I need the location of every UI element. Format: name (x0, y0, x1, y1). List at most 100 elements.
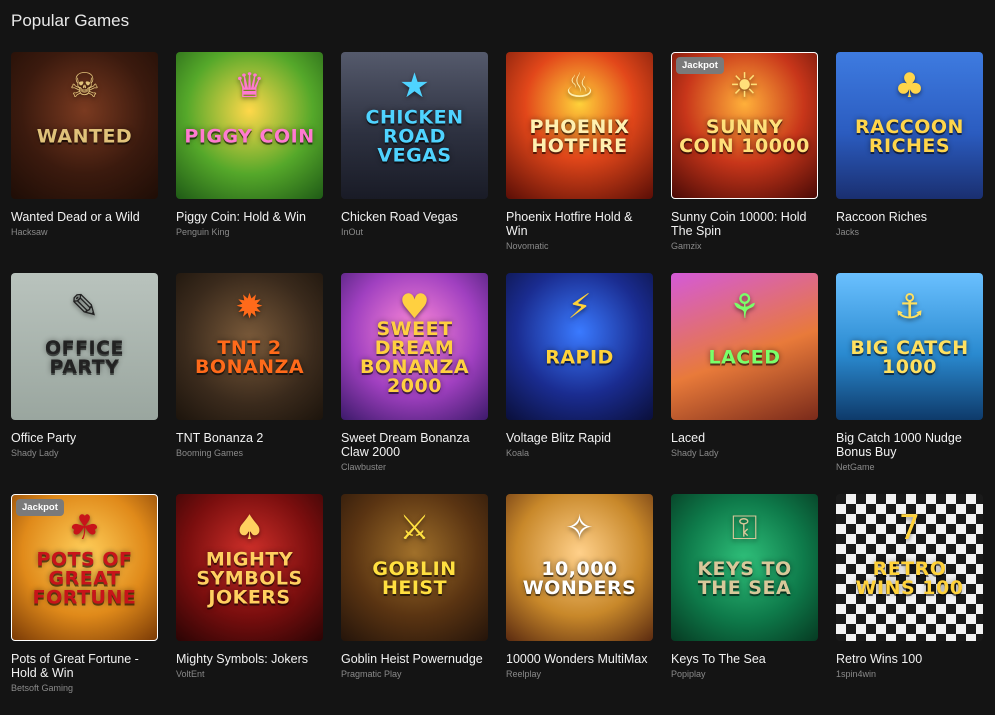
sticky-note-icon: ✎ (70, 286, 99, 327)
game-card[interactable]: Jackpot ☀ SUNNY COIN 10000 Sunny Coin 10000… (671, 52, 818, 273)
jackpot-badge: Jackpot (16, 499, 64, 516)
game-thumbnail[interactable]: ♥ SWEET DREAM BONANZA 2000 (341, 273, 488, 420)
game-card[interactable]: ★ CHICKEN ROAD Vegas Chicken Road Vegas InO… (341, 52, 488, 273)
game-title[interactable]: Piggy Coin: Hold & Win (176, 210, 323, 224)
jackpot-badge: Jackpot (676, 57, 724, 74)
cowboy-icon: ☠ (69, 65, 100, 106)
game-thumbnail[interactable]: 7 RETRO WINS 100 (836, 494, 983, 641)
game-title[interactable]: Laced (671, 431, 818, 445)
game-thumbnail[interactable]: ☠ WANTED (11, 52, 158, 199)
game-card[interactable]: ♛ PIGGY COIN Piggy Coin: Hold & Win Penguin… (176, 52, 323, 273)
game-thumbnail[interactable]: ♨ PHOENIX HOTFIRE (506, 52, 653, 199)
game-logo-text: POTS OF GREAT FORTUNE (32, 548, 137, 609)
game-card[interactable]: ♠ MIGHTY SYMBOLS JOKERS Mighty Symbols: Jo… (176, 494, 323, 715)
game-provider: Gamzix (671, 241, 702, 251)
game-logo-text: CHICKEN ROAD Vegas (365, 106, 464, 167)
game-logo-text: GOBLIN HEIST (372, 558, 457, 600)
game-title[interactable]: Pots of Great Fortune - Hold & Win (11, 652, 158, 680)
game-card[interactable]: ⚡ RAPID Voltage Blitz Rapid Koala (506, 273, 653, 494)
game-provider: 1spin4win (836, 669, 877, 679)
game-logo-text: RETRO WINS 100 (855, 558, 964, 600)
game-title[interactable]: Voltage Blitz Rapid (506, 431, 653, 445)
game-card[interactable]: ⚘ LACED Laced Shady Lady (671, 273, 818, 494)
game-title[interactable]: 10000 Wonders MultiMax (506, 652, 653, 666)
game-thumbnail[interactable]: Jackpot ☘ POTS OF GREAT FORTUNE (11, 494, 158, 641)
game-logo-text: TNT 2 BONANZA (194, 337, 305, 379)
game-card[interactable]: ♣ RACCOON RICHES Raccoon Riches Jacks (836, 52, 983, 273)
game-title[interactable]: Wanted Dead or a Wild (11, 210, 158, 224)
game-thumbnail[interactable]: ♛ PIGGY COIN (176, 52, 323, 199)
game-provider: Booming Games (176, 448, 244, 458)
games-grid: ☠ WANTED Wanted Dead or a Wild Hacksaw ♛ PIGG… (11, 52, 983, 715)
game-provider: Clawbuster (341, 462, 387, 472)
game-thumbnail[interactable]: ✧ 10,000 Wonders (506, 494, 653, 641)
game-card[interactable]: ♨ PHOENIX HOTFIRE Phoenix Hotfire Hold & W… (506, 52, 653, 273)
game-title[interactable]: Chicken Road Vegas (341, 210, 488, 224)
game-card[interactable]: Jackpot ☘ POTS OF GREAT FORTUNE Pots of Gre… (11, 494, 158, 715)
game-logo-text: LACED (708, 346, 781, 369)
game-logo-text: WANTED (36, 125, 133, 148)
game-card[interactable]: ♥ SWEET DREAM BONANZA 2000 Sweet Dream Bon… (341, 273, 488, 494)
game-provider: Penguin King (176, 227, 230, 237)
game-thumbnail[interactable]: ★ CHICKEN ROAD Vegas (341, 52, 488, 199)
game-provider: InOut (341, 227, 364, 237)
game-logo-text: MIGHTY SYMBOLS JOKERS (196, 548, 303, 609)
game-title[interactable]: Mighty Symbols: Jokers (176, 652, 323, 666)
game-logo-text: OFFICE PARTY (44, 337, 125, 379)
game-thumbnail[interactable]: Jackpot ☀ SUNNY COIN 10000 (671, 52, 818, 199)
game-provider: NetGame (836, 462, 875, 472)
queen-icon: ☀ (729, 66, 760, 107)
game-title[interactable]: Goblin Heist Powernudge (341, 652, 488, 666)
pot-icon: ☘ (69, 508, 100, 549)
game-title[interactable]: Keys To The Sea (671, 652, 818, 666)
game-title[interactable]: Sunny Coin 10000: Hold The Spin (671, 210, 818, 238)
game-title[interactable]: Office Party (11, 431, 158, 445)
key-icon: ⚿ (731, 507, 758, 548)
game-provider: Koala (506, 448, 530, 458)
game-provider: Hacksaw (11, 227, 48, 237)
game-card[interactable]: 7 RETRO WINS 100 Retro Wins 100 1spin4win (836, 494, 983, 715)
game-logo-text: SUNNY COIN 10000 (679, 116, 810, 158)
game-logo-text: SWEET DREAM BONANZA 2000 (359, 318, 470, 398)
game-provider: Shady Lady (11, 448, 59, 458)
game-thumbnail[interactable]: ⚔ GOBLIN HEIST (341, 494, 488, 641)
game-card[interactable]: ⚔ GOBLIN HEIST Goblin Heist Powernudge Prag… (341, 494, 488, 715)
game-thumbnail[interactable]: ✎ OFFICE PARTY (11, 273, 158, 420)
game-logo-text: PHOENIX HOTFIRE (529, 116, 630, 158)
game-logo-text: BIG CATCH 1000 (850, 337, 969, 379)
game-title[interactable]: TNT Bonanza 2 (176, 431, 323, 445)
game-provider: Shady Lady (671, 448, 719, 458)
game-thumbnail[interactable]: ⚿ KEYS TO THE SEA (671, 494, 818, 641)
game-card[interactable]: ✎ OFFICE PARTY Office Party Shady Lady (11, 273, 158, 494)
game-thumbnail[interactable]: ♠ MIGHTY SYMBOLS JOKERS (176, 494, 323, 641)
game-thumbnail[interactable]: ⚓ BIG CATCH 1000 (836, 273, 983, 420)
game-provider: Novomatic (506, 241, 549, 251)
game-thumbnail[interactable]: ✹ TNT 2 BONANZA (176, 273, 323, 420)
phoenix-icon: ♨ (564, 65, 595, 106)
slot-seven-icon: 7 (898, 507, 921, 548)
game-card[interactable]: ⚿ KEYS TO THE SEA Keys To The Sea Popiplay (671, 494, 818, 715)
game-provider: VoltEnt (176, 669, 205, 679)
genie-icon: ✧ (565, 507, 594, 548)
game-card[interactable]: ⚓ BIG CATCH 1000 Big Catch 1000 Nudge Bonu… (836, 273, 983, 494)
joker-icon: ♠ (234, 507, 265, 548)
game-title[interactable]: Sweet Dream Bonanza Claw 2000 (341, 431, 488, 459)
game-title[interactable]: Phoenix Hotfire Hold & Win (506, 210, 653, 238)
game-card[interactable]: ✹ TNT 2 BONANZA TNT Bonanza 2 Booming Games (176, 273, 323, 494)
game-thumbnail[interactable]: ♣ RACCOON RICHES (836, 52, 983, 199)
sneaker-icon: ⚘ (729, 286, 760, 327)
lightning-icon: ⚡ (567, 286, 592, 327)
game-provider: Pragmatic Play (341, 669, 402, 679)
game-logo-text: KEYS TO THE SEA (697, 558, 792, 600)
game-title[interactable]: Retro Wins 100 (836, 652, 983, 666)
goblin-icon: ⚔ (399, 507, 430, 548)
game-thumbnail[interactable]: ⚡ RAPID (506, 273, 653, 420)
game-thumbnail[interactable]: ⚘ LACED (671, 273, 818, 420)
game-title[interactable]: Raccoon Riches (836, 210, 983, 224)
game-card[interactable]: ☠ WANTED Wanted Dead or a Wild Hacksaw (11, 52, 158, 273)
game-title[interactable]: Big Catch 1000 Nudge Bonus Buy (836, 431, 983, 459)
game-provider: Popiplay (671, 669, 706, 679)
pig-icon: ♛ (234, 65, 265, 106)
game-card[interactable]: ✧ 10,000 Wonders 10000 Wonders MultiMax Ree… (506, 494, 653, 715)
section-title: Popular Games (11, 11, 130, 30)
